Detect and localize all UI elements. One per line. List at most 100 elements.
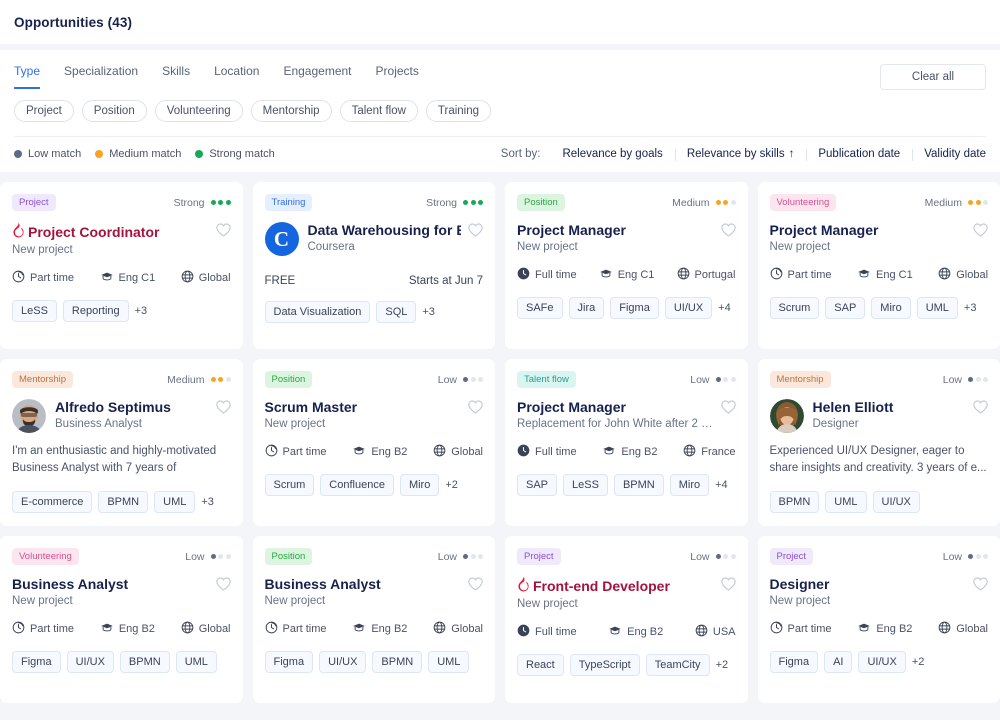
skill-tag[interactable]: Jira <box>568 297 605 319</box>
skill-tag[interactable]: LeSS <box>12 300 57 322</box>
skill-tag[interactable]: SQL <box>376 301 417 323</box>
sort-option-publication-date[interactable]: Publication date <box>806 148 912 161</box>
filter-chip-volunteering[interactable]: Volunteering <box>154 100 243 122</box>
skill-tag[interactable]: React <box>517 654 564 676</box>
skill-tag[interactable]: Figma <box>12 651 61 673</box>
skill-tag[interactable]: BPMN <box>613 474 664 496</box>
favorite-heart-icon[interactable] <box>467 222 483 238</box>
sort-option-validity-date[interactable]: Validity date <box>912 148 986 161</box>
skill-tag[interactable]: Miro <box>669 474 710 496</box>
skill-tag[interactable]: UI/UX <box>66 651 114 673</box>
favorite-heart-icon[interactable] <box>972 399 988 415</box>
card-skills-row: Figma UI/UX BPMN UML <box>12 651 231 673</box>
card-meta-label: Portugal <box>694 269 736 281</box>
card-skills-row: SAP LeSS BPMN Miro +4 <box>517 474 736 496</box>
globe-icon <box>677 267 690 283</box>
favorite-heart-icon[interactable] <box>972 222 988 238</box>
skill-tag[interactable]: SAP <box>825 297 866 319</box>
skill-tag[interactable]: TeamCity <box>645 654 710 676</box>
favorite-heart-icon[interactable] <box>215 576 231 592</box>
skill-tag[interactable]: Scrum <box>264 474 315 496</box>
skill-tag[interactable]: E-commerce <box>12 491 93 513</box>
card-subtitle: Replacement for John White after 2 mont.… <box>517 418 714 430</box>
skill-tag[interactable]: TypeScript <box>569 654 640 676</box>
filter-tab-location[interactable]: Location <box>214 64 259 89</box>
skill-tag[interactable]: Data Visualization <box>264 301 371 323</box>
filter-chip-project[interactable]: Project <box>14 100 74 122</box>
card-meta-label: Eng B2 <box>627 626 664 638</box>
filter-tab-projects[interactable]: Projects <box>376 64 419 89</box>
skill-tag[interactable]: Figma <box>769 651 819 673</box>
opportunity-card[interactable]: Project Low Designer New project Part ti… <box>757 536 1000 703</box>
favorite-heart-icon[interactable] <box>720 576 736 592</box>
card-header: C Data Warehousing for BI Coursera <box>264 222 484 256</box>
favorite-heart-icon[interactable] <box>720 222 736 238</box>
skill-tag[interactable]: SAFe <box>517 297 563 319</box>
skill-tag[interactable]: Figma <box>264 651 314 673</box>
opportunity-card[interactable]: Training Strong C Data Warehousing for B… <box>252 182 495 349</box>
opportunity-card[interactable]: Position Low Scrum Master New project Pa… <box>252 359 495 526</box>
sort-option-relevance-by-skills[interactable]: Relevance by skills ↑ <box>674 148 807 161</box>
skill-tag[interactable]: UI/UX <box>319 651 367 673</box>
skill-tag[interactable]: UML <box>825 491 867 513</box>
filter-tab-specialization[interactable]: Specialization <box>64 64 138 89</box>
filter-chip-position[interactable]: Position <box>81 100 147 122</box>
match-dot-icon <box>968 200 973 205</box>
skill-tag[interactable]: Figma <box>610 297 659 319</box>
skill-tag[interactable]: UML <box>916 297 958 319</box>
skill-tag[interactable]: Miro <box>871 297 911 319</box>
sort-option-relevance-by-goals[interactable]: Relevance by goals <box>550 148 674 160</box>
card-meta-label: Full time <box>535 626 577 638</box>
card-match-indicator: Low <box>943 551 988 563</box>
filter-chip-training[interactable]: Training <box>425 100 492 122</box>
card-header: Project Manager New project <box>517 222 736 253</box>
match-dot-icon <box>715 377 721 382</box>
filter-tab-engagement[interactable]: Engagement <box>283 64 351 89</box>
filter-tab-skills[interactable]: Skills <box>162 64 190 89</box>
skill-tag[interactable]: UML <box>175 651 217 673</box>
match-dots <box>463 200 483 205</box>
opportunity-card[interactable]: Mentorship Medium Alfredo Septimus Busin… <box>0 359 243 526</box>
card-meta-label: Global <box>451 446 483 458</box>
course-info-row: FREE Starts at Jun 7 <box>265 275 484 287</box>
filter-tab-type[interactable]: Type <box>14 64 41 89</box>
card-description: Experienced UI/UX Designer, eager to sha… <box>769 445 987 474</box>
skill-tag[interactable]: UML <box>154 491 196 513</box>
favorite-heart-icon[interactable] <box>720 399 736 415</box>
skill-tag[interactable]: SAP <box>517 474 558 496</box>
skill-tag[interactable]: UI/UX <box>872 491 920 513</box>
match-dot-icon <box>730 554 736 559</box>
skill-tag[interactable]: AI <box>824 651 853 673</box>
favorite-heart-icon[interactable] <box>215 222 231 238</box>
opportunity-card[interactable]: Position Low Business Analyst New projec… <box>252 536 495 703</box>
skill-tag[interactable]: UML <box>428 651 470 673</box>
filter-chip-mentorship[interactable]: Mentorship <box>250 100 332 122</box>
opportunity-card[interactable]: Volunteering Medium Project Manager New … <box>757 182 1000 349</box>
skill-tag[interactable]: Scrum <box>769 297 820 319</box>
opportunity-card[interactable]: Project Low Front-end Developer New proj… <box>505 536 748 703</box>
skill-tag[interactable]: Confluence <box>320 474 394 496</box>
favorite-heart-icon[interactable] <box>215 399 231 415</box>
filter-chip-talent-flow[interactable]: Talent flow <box>339 100 418 122</box>
clear-all-button[interactable]: Clear all <box>880 64 986 90</box>
skill-tag[interactable]: UI/UX <box>664 297 713 319</box>
skill-tag[interactable]: Miro <box>399 474 440 496</box>
opportunity-card[interactable]: Project Strong Project Coordinator New p… <box>0 182 243 349</box>
card-meta-row: Part time Eng C1 Global <box>12 270 231 286</box>
skill-tag[interactable]: BPMN <box>372 651 423 673</box>
opportunity-card[interactable]: Volunteering Low Business Analyst New pr… <box>0 536 243 703</box>
favorite-heart-icon[interactable] <box>467 576 483 592</box>
skill-tag[interactable]: BPMN <box>769 491 820 513</box>
skill-tag[interactable]: UI/UX <box>858 651 906 673</box>
opportunity-card[interactable]: Position Medium Project Manager New proj… <box>505 182 748 349</box>
skill-tag[interactable]: LeSS <box>563 474 608 496</box>
page-title: Opportunities (43) <box>14 14 133 30</box>
skill-tag[interactable]: Reporting <box>62 300 129 322</box>
match-dot-icon <box>470 377 476 382</box>
skill-tag[interactable]: BPMN <box>119 651 170 673</box>
favorite-heart-icon[interactable] <box>972 576 988 592</box>
skill-tag[interactable]: BPMN <box>98 491 149 513</box>
favorite-heart-icon[interactable] <box>467 399 483 415</box>
opportunity-card[interactable]: Talent flow Low Project Manager Replacem… <box>505 359 748 526</box>
opportunity-card[interactable]: Mentorship Low Helen Elliott Designer Ex… <box>757 359 1000 526</box>
